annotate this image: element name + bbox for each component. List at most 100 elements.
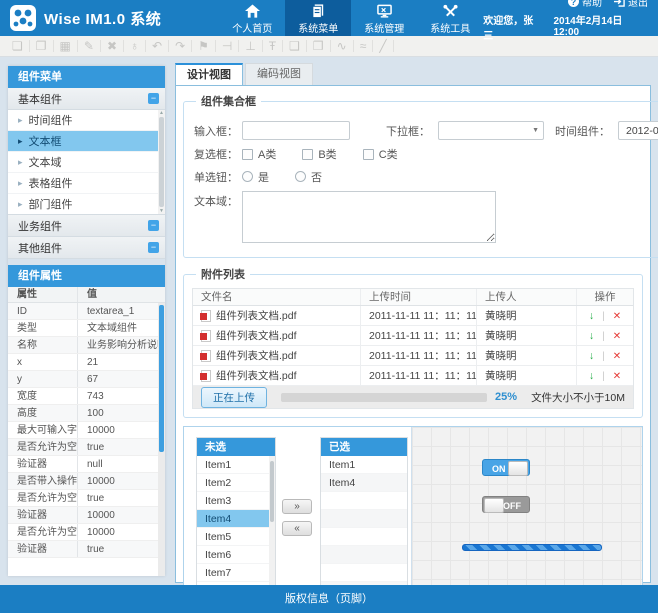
property-row[interactable]: IDtextarea_1 [8,303,165,320]
list-item[interactable]: Item6 [197,546,275,564]
tab-design-view[interactable]: 设计视图 [175,63,243,85]
accordion-business-components[interactable]: 业务组件 − [8,215,165,237]
list-item[interactable]: Item5 [197,528,275,546]
toggle-knob [508,461,528,476]
property-row[interactable]: 名称业务影响分析说明 [8,337,165,354]
collapse-icon[interactable]: − [148,93,159,104]
line-chart-icon[interactable]: ∿ [331,40,354,52]
sidebar-item[interactable]: ▸部门组件 [8,194,165,215]
accordion-other-components[interactable]: 其他组件 − [8,237,165,259]
delete-icon[interactable]: ✕ [613,371,621,382]
properties-rows: IDtextarea_1类型文本域组件名称业务影响分析说明x21y67宽度743… [8,303,165,558]
file-name: 组件列表文档.pdf [216,326,297,345]
delete-icon[interactable]: ✖ [101,40,124,52]
doc-import-icon[interactable]: ❒ [307,40,331,52]
move-left-button[interactable]: « [282,521,312,536]
sidebar-item[interactable]: ▸文本框 [8,131,165,152]
checkbox[interactable] [363,149,374,160]
attachment-row: 组件列表文档.pdf2011-11-11 11：11：11黄晓明↓|✕ [193,326,633,346]
help-button[interactable]: ? 帮助 [568,0,602,9]
download-icon[interactable]: ↓ [589,330,594,342]
flag-icon[interactable]: ⚑ [192,40,216,52]
list-item[interactable]: Item4 [321,474,407,492]
delete-icon[interactable]: ✕ [613,351,621,362]
download-icon[interactable]: ↓ [589,350,594,362]
checkbox[interactable] [302,149,313,160]
radio[interactable] [242,171,253,182]
checkbox[interactable] [242,149,253,160]
list-item[interactable] [321,492,407,510]
save-icon[interactable]: ▦ [54,40,78,52]
accordion-basic-components[interactable]: 基本组件 − [8,88,165,110]
logout-button[interactable]: 退出 [614,0,648,9]
radio-option[interactable]: 是 [242,169,269,185]
checkbox-option[interactable]: A类 [242,146,276,162]
dropdown[interactable]: ▼ [438,121,544,140]
property-row[interactable]: 最大可输入字符数10000 [8,422,165,439]
list-item[interactable] [321,510,407,528]
list-item[interactable] [321,546,407,564]
radio[interactable] [295,171,306,182]
property-row[interactable]: 高度100 [8,405,165,422]
properties-scrollbar[interactable] [158,303,165,576]
sidebar-item[interactable]: ▸表格组件 [8,173,165,194]
textarea-field[interactable] [242,191,496,243]
list-item[interactable] [321,564,407,582]
list-item[interactable] [321,528,407,546]
upload-progress-bar [281,393,487,402]
list-item[interactable]: Item1 [321,456,407,474]
curve-chart-icon[interactable]: ≈ [354,40,374,52]
undo-icon[interactable]: ↶ [146,40,169,52]
publish-icon[interactable]: ♁ [124,40,146,52]
property-row[interactable]: 验证器null [8,456,165,473]
radio-option[interactable]: 否 [295,169,322,185]
property-row[interactable]: 是否带入操作原因10000 [8,473,165,490]
property-row[interactable]: 是否允许为空true [8,439,165,456]
pencil-icon[interactable]: ╱ [373,40,393,52]
align-bottom-icon[interactable]: ⊥ [239,40,262,52]
delete-icon[interactable]: ✕ [613,311,621,322]
toggle-off[interactable]: OFF [482,496,530,513]
list-item[interactable]: Item4 [197,510,275,528]
doc-export-icon[interactable]: ❑ [283,40,307,52]
expand-icon[interactable]: − [148,220,159,231]
expand-icon[interactable]: − [148,242,159,253]
uploading-button[interactable]: 正在上传 [201,387,267,408]
move-right-button[interactable]: » [282,499,312,514]
open-folder-icon[interactable]: ❐ [30,40,54,52]
edit-icon[interactable]: ✎ [78,40,101,52]
text-format-icon[interactable]: Ŧ [263,40,283,52]
toggle-on[interactable]: ON [482,459,530,476]
property-row[interactable]: 验证器true [8,541,165,558]
unselected-scrollbar[interactable] [269,456,275,602]
list-item[interactable]: Item7 [197,564,275,582]
align-left-icon[interactable]: ⊣ [216,40,239,52]
nav-item-system-menu[interactable]: 系统菜单 [285,0,351,36]
property-row[interactable]: 是否允许为空10000 [8,524,165,541]
list-item[interactable]: Item1 [197,456,275,474]
text-input[interactable] [242,121,350,140]
component-list-scrollbar[interactable]: ▲ ▼ [158,110,165,214]
redo-icon[interactable]: ↷ [169,40,192,52]
date-input[interactable]: 2012-07-01 [618,121,658,140]
delete-icon[interactable]: ✕ [613,331,621,342]
nav-item-home[interactable]: 个人首页 [219,0,285,36]
list-item[interactable]: Item2 [197,474,275,492]
list-item[interactable]: Item3 [197,492,275,510]
download-icon[interactable]: ↓ [589,370,594,382]
sidebar-item[interactable]: ▸文本域 [8,152,165,173]
property-row[interactable]: 是否允许为空true [8,490,165,507]
sidebar-item[interactable]: ▸时间组件 [8,110,165,131]
property-row[interactable]: y67 [8,371,165,388]
new-file-icon[interactable]: ❏ [6,40,30,52]
download-icon[interactable]: ↓ [589,310,594,322]
nav-item-system-admin[interactable]: 系统管理 [351,0,417,36]
property-row[interactable]: 宽度743 [8,388,165,405]
property-row[interactable]: 类型文本域组件 [8,320,165,337]
checkbox-option[interactable]: C类 [363,146,398,162]
property-row[interactable]: x21 [8,354,165,371]
tab-code-view[interactable]: 编码视图 [245,63,313,85]
nav-item-system-tools[interactable]: 系统工具 [417,0,483,36]
property-row[interactable]: 验证器10000 [8,507,165,524]
checkbox-option[interactable]: B类 [302,146,336,162]
